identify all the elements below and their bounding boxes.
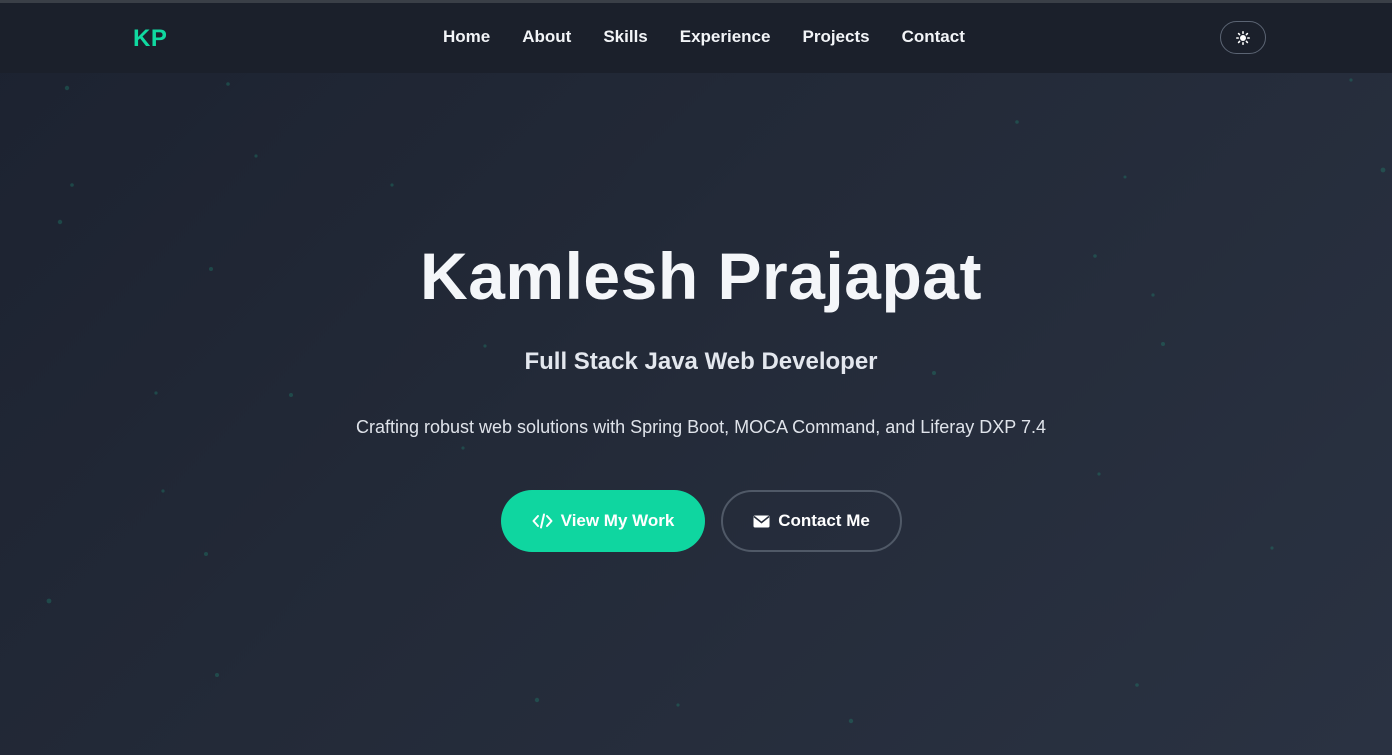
view-my-work-button[interactable]: View My Work: [501, 490, 705, 552]
nav-link-experience[interactable]: Experience: [680, 27, 771, 47]
nav-link-projects[interactable]: Projects: [802, 27, 869, 47]
envelope-icon: [753, 515, 770, 528]
nav-links: Home About Skills Experience Projects Co…: [443, 27, 997, 47]
nav-link-home[interactable]: Home: [443, 27, 490, 47]
site-logo[interactable]: KP: [133, 25, 167, 53]
hero-name: Kamlesh Prajapat: [420, 239, 982, 313]
contact-me-button[interactable]: Contact Me: [721, 490, 902, 552]
hero-title: Full Stack Java Web Developer: [524, 348, 878, 375]
contact-me-label: Contact Me: [778, 511, 870, 530]
nav-link-skills[interactable]: Skills: [603, 27, 647, 47]
navbar: KP Home About Skills Experience Projects…: [0, 3, 1392, 73]
nav-link-about[interactable]: About: [522, 27, 571, 47]
theme-toggle-button[interactable]: [1220, 21, 1266, 54]
code-icon: [532, 513, 553, 529]
nav-link-contact[interactable]: Contact: [902, 27, 965, 47]
view-my-work-label: View My Work: [560, 511, 675, 530]
sun-icon: [1236, 30, 1250, 45]
hero-tagline: Crafting robust web solutions with Sprin…: [355, 417, 1046, 437]
background-particles: [46, 78, 1386, 724]
